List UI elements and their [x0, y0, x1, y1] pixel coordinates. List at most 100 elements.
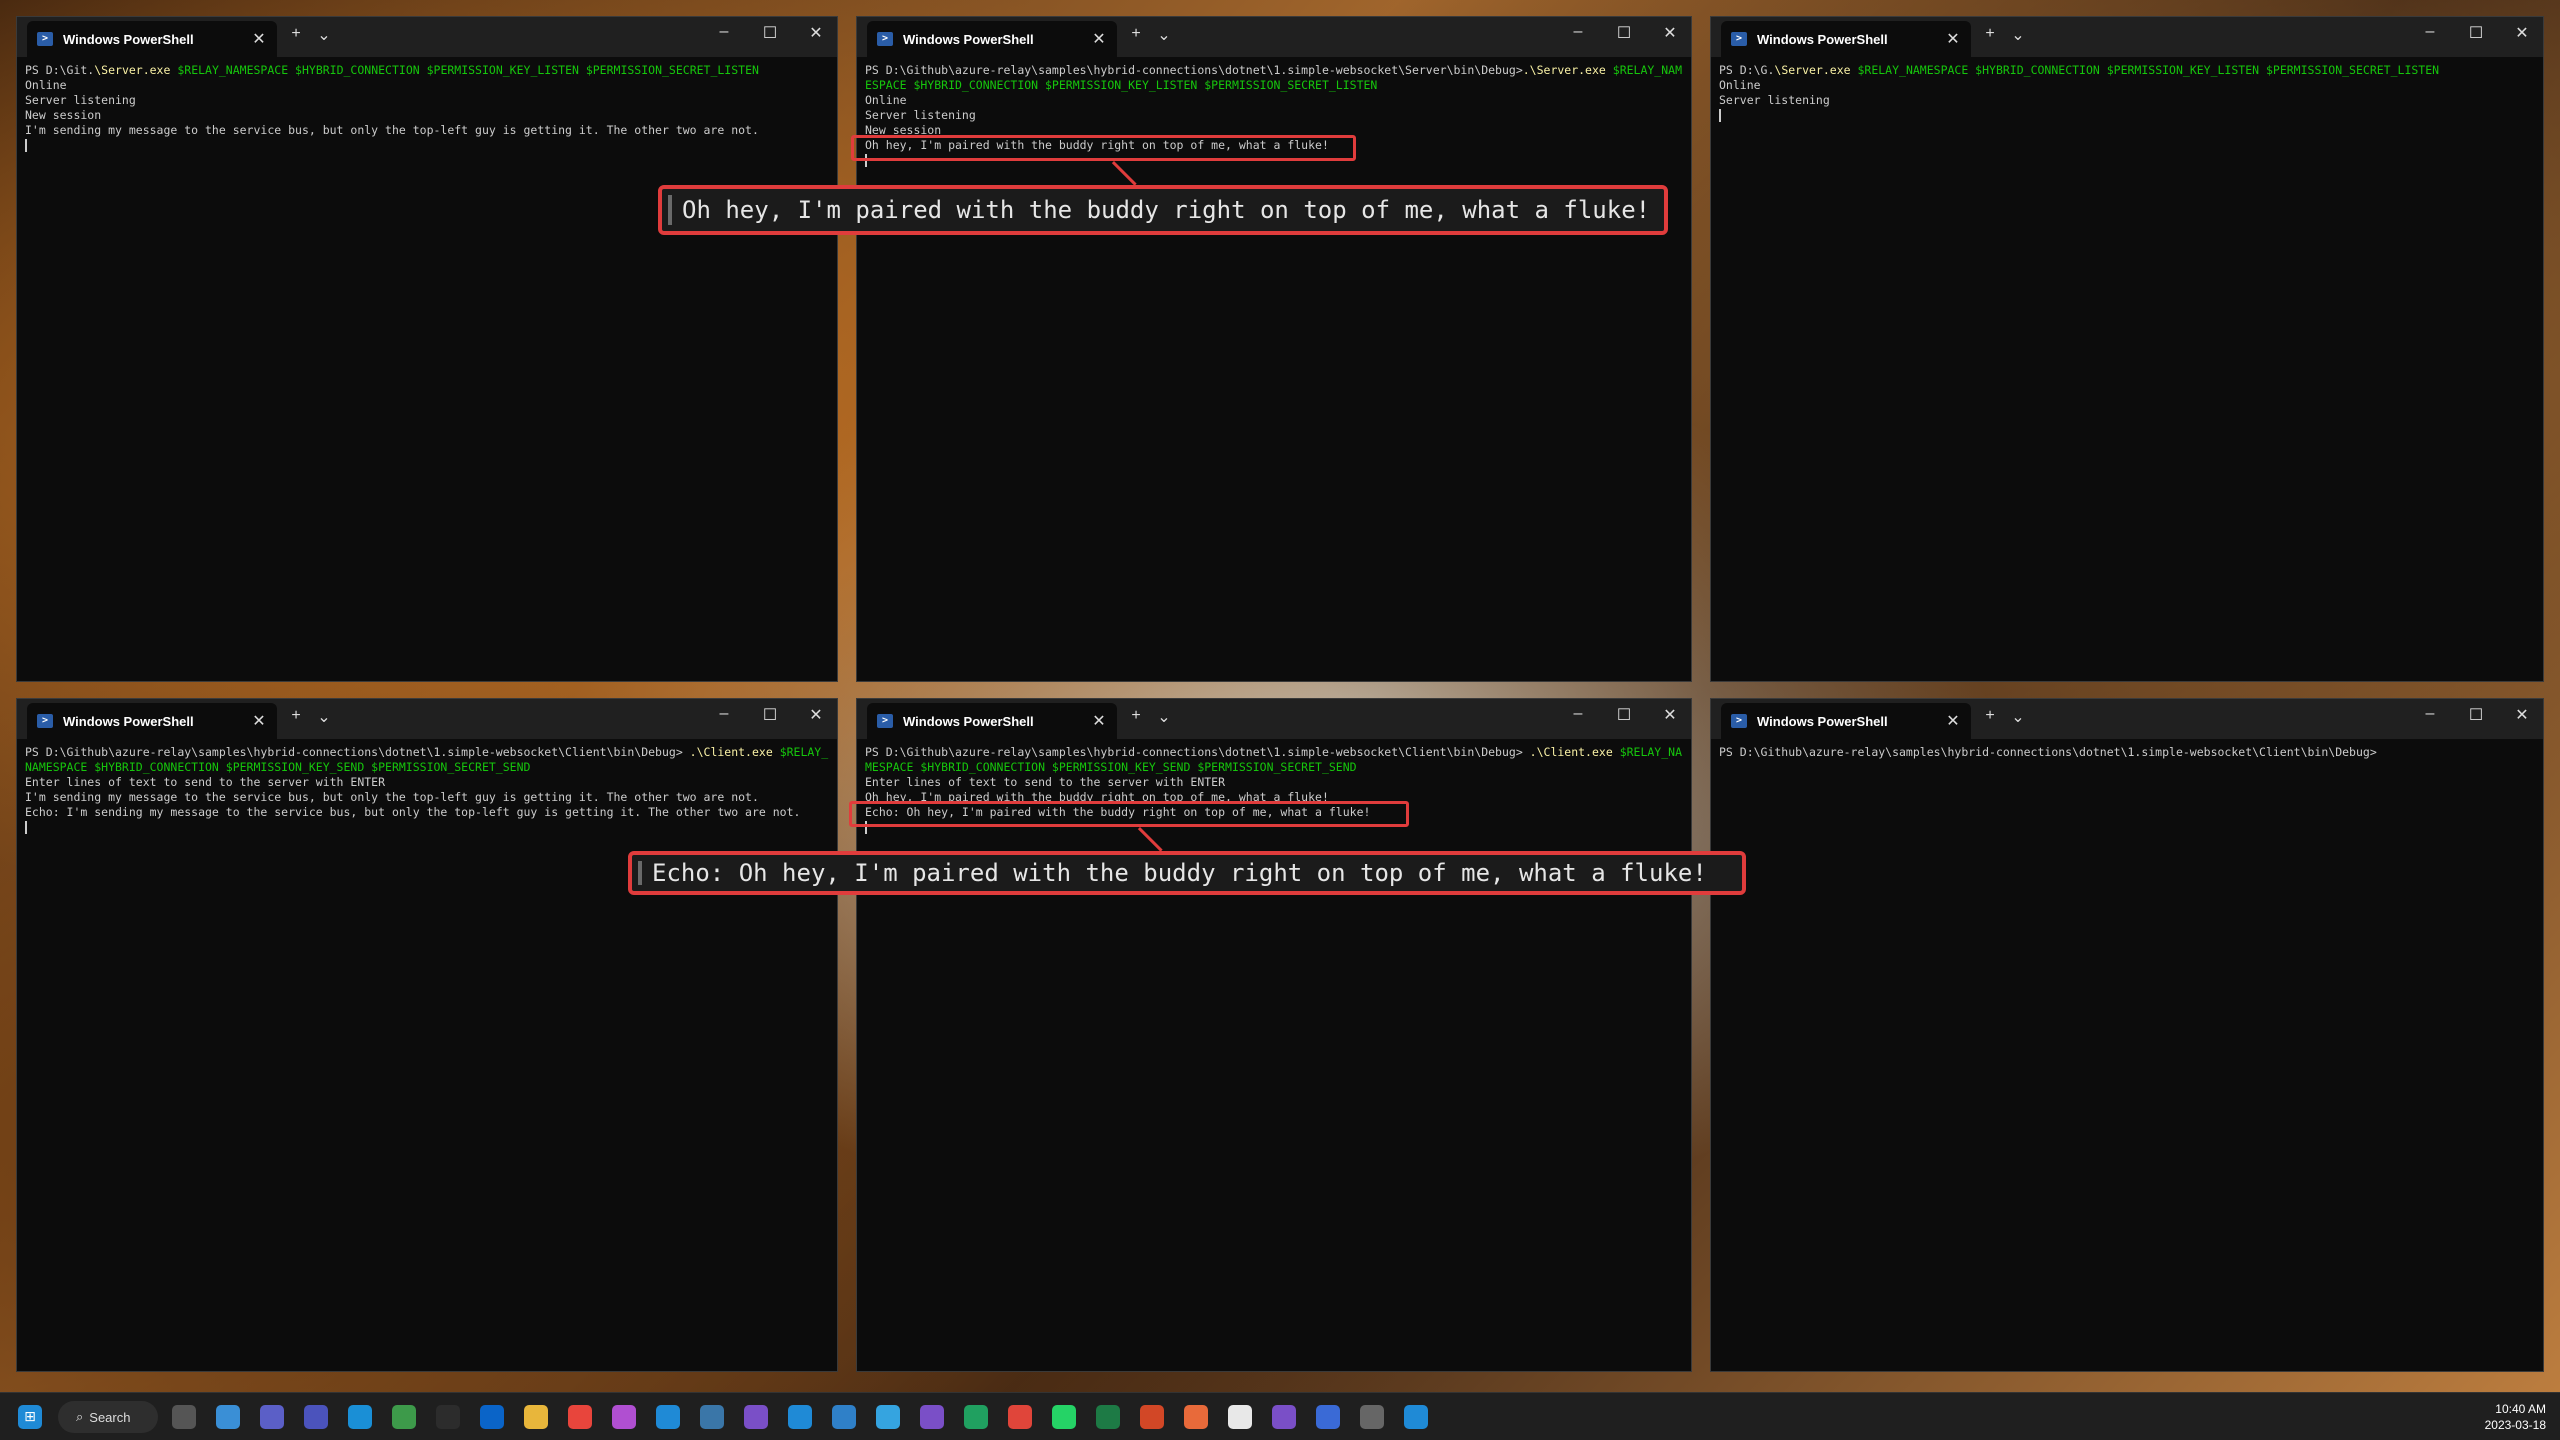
maximize-button[interactable]: ☐ [2461, 23, 2491, 43]
tab-dropdown-icon[interactable]: ⌄ [2007, 707, 2029, 727]
outlook-icon[interactable] [480, 1405, 504, 1429]
edge-icon[interactable] [348, 1405, 372, 1429]
terminal-window-top-right[interactable]: > Windows PowerShell ✕ + ⌄ – ☐ ✕ PS D:\G.… [1710, 16, 2544, 682]
vscode-icon[interactable] [656, 1405, 680, 1429]
terminal-window-bottom-right[interactable]: > Windows PowerShell ✕ + ⌄ – ☐ ✕ PS D:\Gi… [1710, 698, 2544, 1372]
tab-close-icon[interactable]: ✕ [251, 29, 267, 49]
cursor [25, 139, 27, 152]
tab-dropdown-icon[interactable]: ⌄ [2007, 25, 2029, 45]
maximize-button[interactable]: ☐ [2461, 705, 2491, 725]
remote-icon[interactable] [1316, 1405, 1340, 1429]
terminal-text: New session [25, 108, 102, 122]
terminal-text: .\Client.exe [1529, 745, 1613, 759]
pen-icon[interactable] [1184, 1405, 1208, 1429]
new-tab-button[interactable]: + [1979, 25, 2001, 43]
paint-icon[interactable] [612, 1405, 636, 1429]
terminal-output[interactable]: PS D:\Github\azure-relay\samples\hybrid-… [1711, 739, 2543, 766]
terminal-window-bottom-middle[interactable]: > Windows PowerShell ✕ + ⌄ – ☐ ✕ PS D:\Gi… [856, 698, 1692, 1372]
new-tab-button[interactable]: + [285, 25, 307, 43]
new-tab-button[interactable]: + [285, 707, 307, 725]
word-icon[interactable] [1228, 1405, 1252, 1429]
tab-close-icon[interactable]: ✕ [1945, 711, 1961, 731]
clock-time: 10:40 AM [2495, 1402, 2546, 1416]
new-tab-button[interactable]: + [1125, 25, 1147, 43]
maximize-button[interactable]: ☐ [1609, 705, 1639, 725]
tab-dropdown-icon[interactable]: ⌄ [1153, 25, 1175, 45]
terminal-line: New session [25, 108, 829, 123]
close-button[interactable]: ✕ [2507, 705, 2537, 725]
tab-dropdown-icon[interactable]: ⌄ [313, 707, 335, 727]
close-button[interactable]: ✕ [1655, 705, 1685, 725]
file-explorer-icon[interactable] [524, 1405, 548, 1429]
terminal-window-top-middle[interactable]: > Windows PowerShell ✕ + ⌄ – ☐ ✕ PS D:\Gi… [856, 16, 1692, 682]
telegram-icon[interactable] [876, 1405, 900, 1429]
terminal-output[interactable]: PS D:\G.\Server.exe $RELAY_NAMESPACE $HY… [1711, 57, 2543, 129]
terminal-line: Server listening [25, 93, 829, 108]
tab-powershell[interactable]: > Windows PowerShell ✕ [1721, 703, 1971, 739]
whatsapp-icon[interactable] [1052, 1405, 1076, 1429]
notepad-icon[interactable] [392, 1405, 416, 1429]
close-button[interactable]: ✕ [801, 23, 831, 43]
powershell-icon: > [37, 714, 53, 728]
tab-powershell[interactable]: > Windows PowerShell ✕ [27, 703, 277, 739]
task-view-icon[interactable] [172, 1405, 196, 1429]
chrome-icon[interactable] [568, 1405, 592, 1429]
title-bar: > Windows PowerShell ✕ + ⌄ – ☐ ✕ [17, 699, 837, 739]
search-box[interactable]: ⌕ Search [58, 1401, 158, 1433]
snipping-icon[interactable] [832, 1405, 856, 1429]
terminal-text: \Server.exe [1774, 63, 1851, 77]
tab-dropdown-icon[interactable]: ⌄ [313, 25, 335, 45]
sublime-icon[interactable] [1008, 1405, 1032, 1429]
terminal-line: PS D:\G.\Server.exe $RELAY_NAMESPACE $HY… [1719, 63, 2535, 78]
new-tab-button[interactable]: + [1125, 707, 1147, 725]
terminal-text: Server listening [25, 93, 136, 107]
powerpoint-icon[interactable] [1140, 1405, 1164, 1429]
tab-close-icon[interactable]: ✕ [1091, 711, 1107, 731]
system-clock[interactable]: 10:40 AM 2023-03-18 [2485, 1401, 2546, 1433]
close-button[interactable]: ✕ [2507, 23, 2537, 43]
terminal-icon[interactable] [436, 1405, 460, 1429]
maximize-button[interactable]: ☐ [755, 23, 785, 43]
start-icon[interactable]: ⊞ [18, 1405, 42, 1429]
terminal-text: Server listening [865, 108, 976, 122]
close-button[interactable]: ✕ [1655, 23, 1685, 43]
tab-powershell[interactable]: > Windows PowerShell ✕ [1721, 21, 1971, 57]
tab-close-icon[interactable]: ✕ [1945, 29, 1961, 49]
title-bar: > Windows PowerShell ✕ + ⌄ – ☐ ✕ [857, 17, 1691, 57]
window-icon[interactable] [1404, 1405, 1428, 1429]
minimize-button[interactable]: – [2415, 705, 2445, 723]
tab-powershell[interactable]: > Windows PowerShell ✕ [867, 703, 1117, 739]
minimize-button[interactable]: – [709, 705, 739, 723]
minimize-button[interactable]: – [709, 23, 739, 41]
teams-icon[interactable] [304, 1405, 328, 1429]
tab-close-icon[interactable]: ✕ [251, 711, 267, 731]
maximize-button[interactable]: ☐ [1609, 23, 1639, 43]
terminal-line: I'm sending my message to the service bu… [25, 790, 829, 805]
tab-dropdown-icon[interactable]: ⌄ [1153, 707, 1175, 727]
clock-app-icon[interactable] [964, 1405, 988, 1429]
tab-powershell[interactable]: > Windows PowerShell ✕ [27, 21, 277, 57]
clapper-icon[interactable] [1272, 1405, 1296, 1429]
visual-studio-icon[interactable] [744, 1405, 768, 1429]
store-icon[interactable] [788, 1405, 812, 1429]
highlight-box-top [851, 135, 1356, 161]
minimize-button[interactable]: – [1563, 23, 1593, 41]
terminal-text: PS D:\Github\azure-relay\samples\hybrid-… [1719, 745, 2377, 759]
terminal-window-top-left[interactable]: > Windows PowerShell ✕ + ⌄ – ☐ ✕ PS D:\Gi… [16, 16, 838, 682]
terminal-window-bottom-left[interactable]: > Windows PowerShell ✕ + ⌄ – ☐ ✕ PS D:\Gi… [16, 698, 838, 1372]
new-tab-button[interactable]: + [1979, 707, 2001, 725]
tab-powershell[interactable]: > Windows PowerShell ✕ [867, 21, 1117, 57]
settings-icon[interactable] [1360, 1405, 1384, 1429]
close-button[interactable]: ✕ [801, 705, 831, 725]
minimize-button[interactable]: – [1563, 705, 1593, 723]
maximize-button[interactable]: ☐ [755, 705, 785, 725]
terminal-output[interactable]: PS D:\Git.\Server.exe $RELAY_NAMESPACE $… [17, 57, 837, 159]
weather-icon[interactable] [216, 1405, 240, 1429]
tab-close-icon[interactable]: ✕ [1091, 29, 1107, 49]
excel-icon[interactable] [1096, 1405, 1120, 1429]
terminal-output[interactable]: PS D:\Github\azure-relay\samples\hybrid-… [17, 739, 837, 841]
teams-chat-icon[interactable] [260, 1405, 284, 1429]
minimize-button[interactable]: – [2415, 23, 2445, 41]
python-icon[interactable] [700, 1405, 724, 1429]
github-icon[interactable] [920, 1405, 944, 1429]
